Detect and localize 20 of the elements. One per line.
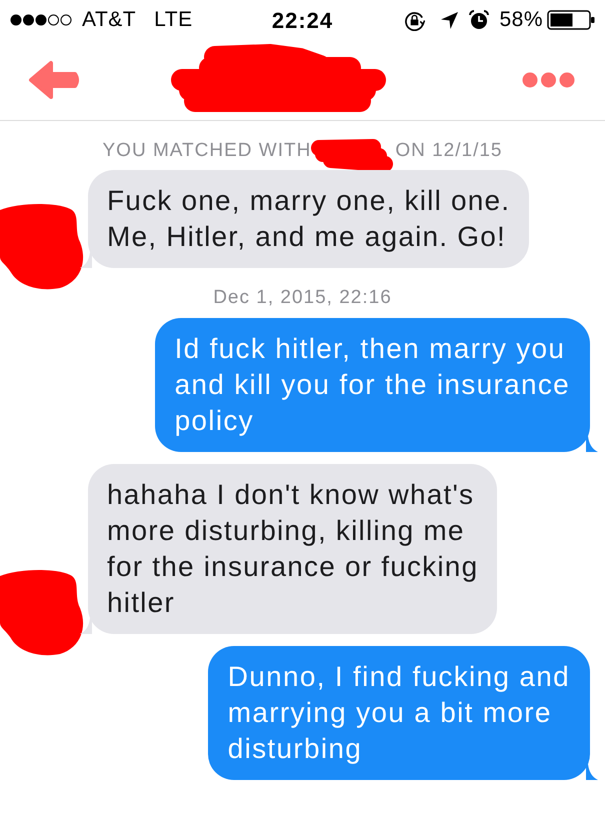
match-notice-text: YOU MATCHED WITH <box>102 139 312 163</box>
message-timestamp: Dec 1, 2015, 22:16 <box>213 286 392 310</box>
more-dots-icon <box>522 72 575 88</box>
arrow-left-icon <box>27 59 81 101</box>
network-type: LTE <box>154 7 193 34</box>
alarm-clock-icon <box>469 10 490 30</box>
match-notice-text: ON 12/1/15 <box>395 139 502 163</box>
rotation-lock-icon <box>404 10 426 30</box>
bubble-tail <box>586 436 598 452</box>
more-button[interactable] <box>522 72 575 88</box>
bubble-tail <box>80 618 92 634</box>
back-button[interactable] <box>27 59 81 101</box>
location-arrow-icon <box>441 12 458 28</box>
signal-strength-icon <box>10 14 72 26</box>
status-time: 22:24 <box>272 6 334 34</box>
carrier-name: AT&T <box>82 7 136 34</box>
battery-percentage: 58% <box>499 7 543 34</box>
battery-icon <box>547 10 595 30</box>
bubble-tail <box>80 252 92 268</box>
bubble-tail <box>586 764 598 780</box>
